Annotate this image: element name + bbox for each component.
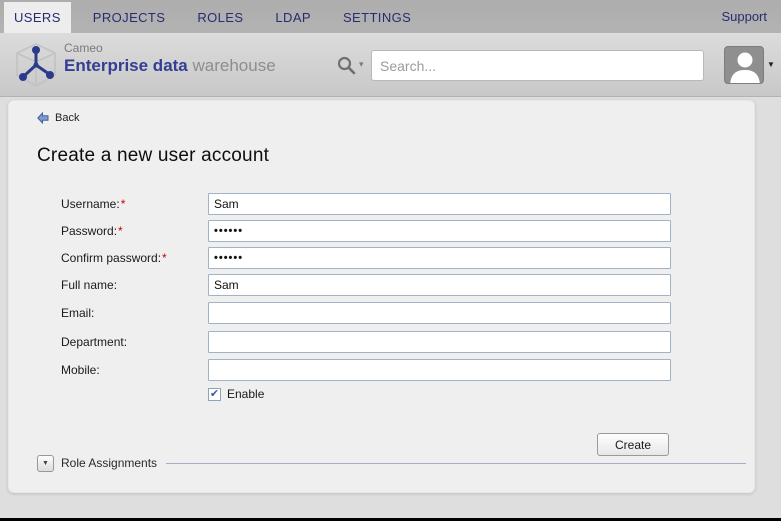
required-asterisk: *	[121, 197, 126, 211]
support-link[interactable]: Support	[707, 0, 781, 33]
check-icon: ✔	[210, 388, 219, 401]
nav-tab-projects[interactable]: PROJECTS	[83, 2, 176, 33]
cameo-logo-icon	[10, 39, 62, 91]
form-row-password: Password:*	[9, 220, 756, 242]
chevron-down-icon: ▼	[42, 460, 49, 467]
password-field[interactable]	[208, 220, 671, 242]
nav-tab-ldap[interactable]: LDAP	[265, 2, 321, 33]
form-row-mobile: Mobile:	[9, 359, 756, 381]
create-button[interactable]: Create	[597, 433, 669, 456]
person-icon	[725, 47, 764, 84]
confirm-password-field[interactable]	[208, 247, 671, 269]
username-field[interactable]	[208, 193, 671, 215]
search-icon[interactable]	[336, 55, 356, 75]
role-assignments-section: ▼ Role Assignments	[37, 454, 746, 472]
user-menu-caret-icon[interactable]: ▼	[767, 60, 775, 69]
enable-checkbox-row[interactable]: ✔ Enable	[208, 387, 264, 401]
page-title: Create a new user account	[37, 145, 269, 167]
enable-label: Enable	[227, 387, 264, 401]
section-divider	[166, 463, 746, 464]
role-assignments-label: Role Assignments	[61, 456, 157, 470]
username-label: Username:*	[61, 193, 125, 215]
form-row-confirm-password: Confirm password:*	[9, 247, 756, 269]
department-field[interactable]	[208, 331, 671, 353]
email-label: Email:	[61, 302, 95, 324]
content-panel: Back Create a new user account Username:…	[8, 100, 755, 493]
nav-tab-roles[interactable]: ROLES	[187, 2, 253, 33]
brand-cameo: Cameo	[64, 42, 276, 56]
full-name-field[interactable]	[208, 274, 671, 296]
nav-tabs: USERS PROJECTS ROLES LDAP SETTINGS	[0, 0, 433, 33]
required-asterisk: *	[118, 224, 123, 238]
back-link[interactable]: Back	[37, 112, 79, 124]
form-row-department: Department:	[9, 331, 756, 353]
nav-tab-users[interactable]: USERS	[4, 2, 71, 33]
role-assignments-expander-button[interactable]: ▼	[37, 455, 54, 472]
mobile-label: Mobile:	[61, 359, 101, 381]
form-row-username: Username:*	[9, 193, 756, 215]
confirm-password-label: Confirm password:*	[61, 247, 167, 269]
search-input[interactable]	[371, 50, 704, 81]
nav-tab-settings[interactable]: SETTINGS	[333, 2, 421, 33]
enable-checkbox[interactable]: ✔	[208, 388, 221, 401]
full-name-label: Full name:	[61, 274, 118, 296]
email-field[interactable]	[208, 302, 671, 324]
search-options-caret-icon[interactable]: ▾	[359, 59, 364, 70]
brand-text: Cameo Enterprise data warehouse	[64, 42, 276, 76]
required-asterisk: *	[162, 251, 167, 265]
back-arrow-icon	[37, 112, 49, 124]
password-label: Password:*	[61, 220, 123, 242]
brand-enterprise-data: Enterprise data	[64, 56, 188, 75]
mobile-field[interactable]	[208, 359, 671, 381]
user-avatar[interactable]	[724, 46, 764, 84]
header-bar: Cameo Enterprise data warehouse ▾ ▼	[0, 33, 781, 97]
brand-warehouse: warehouse	[188, 56, 276, 75]
top-navbar: USERS PROJECTS ROLES LDAP SETTINGS Suppo…	[0, 0, 781, 33]
form-row-email: Email:	[9, 302, 756, 324]
form-row-full-name: Full name:	[9, 274, 756, 296]
department-label: Department:	[61, 331, 128, 353]
back-label: Back	[55, 112, 79, 124]
